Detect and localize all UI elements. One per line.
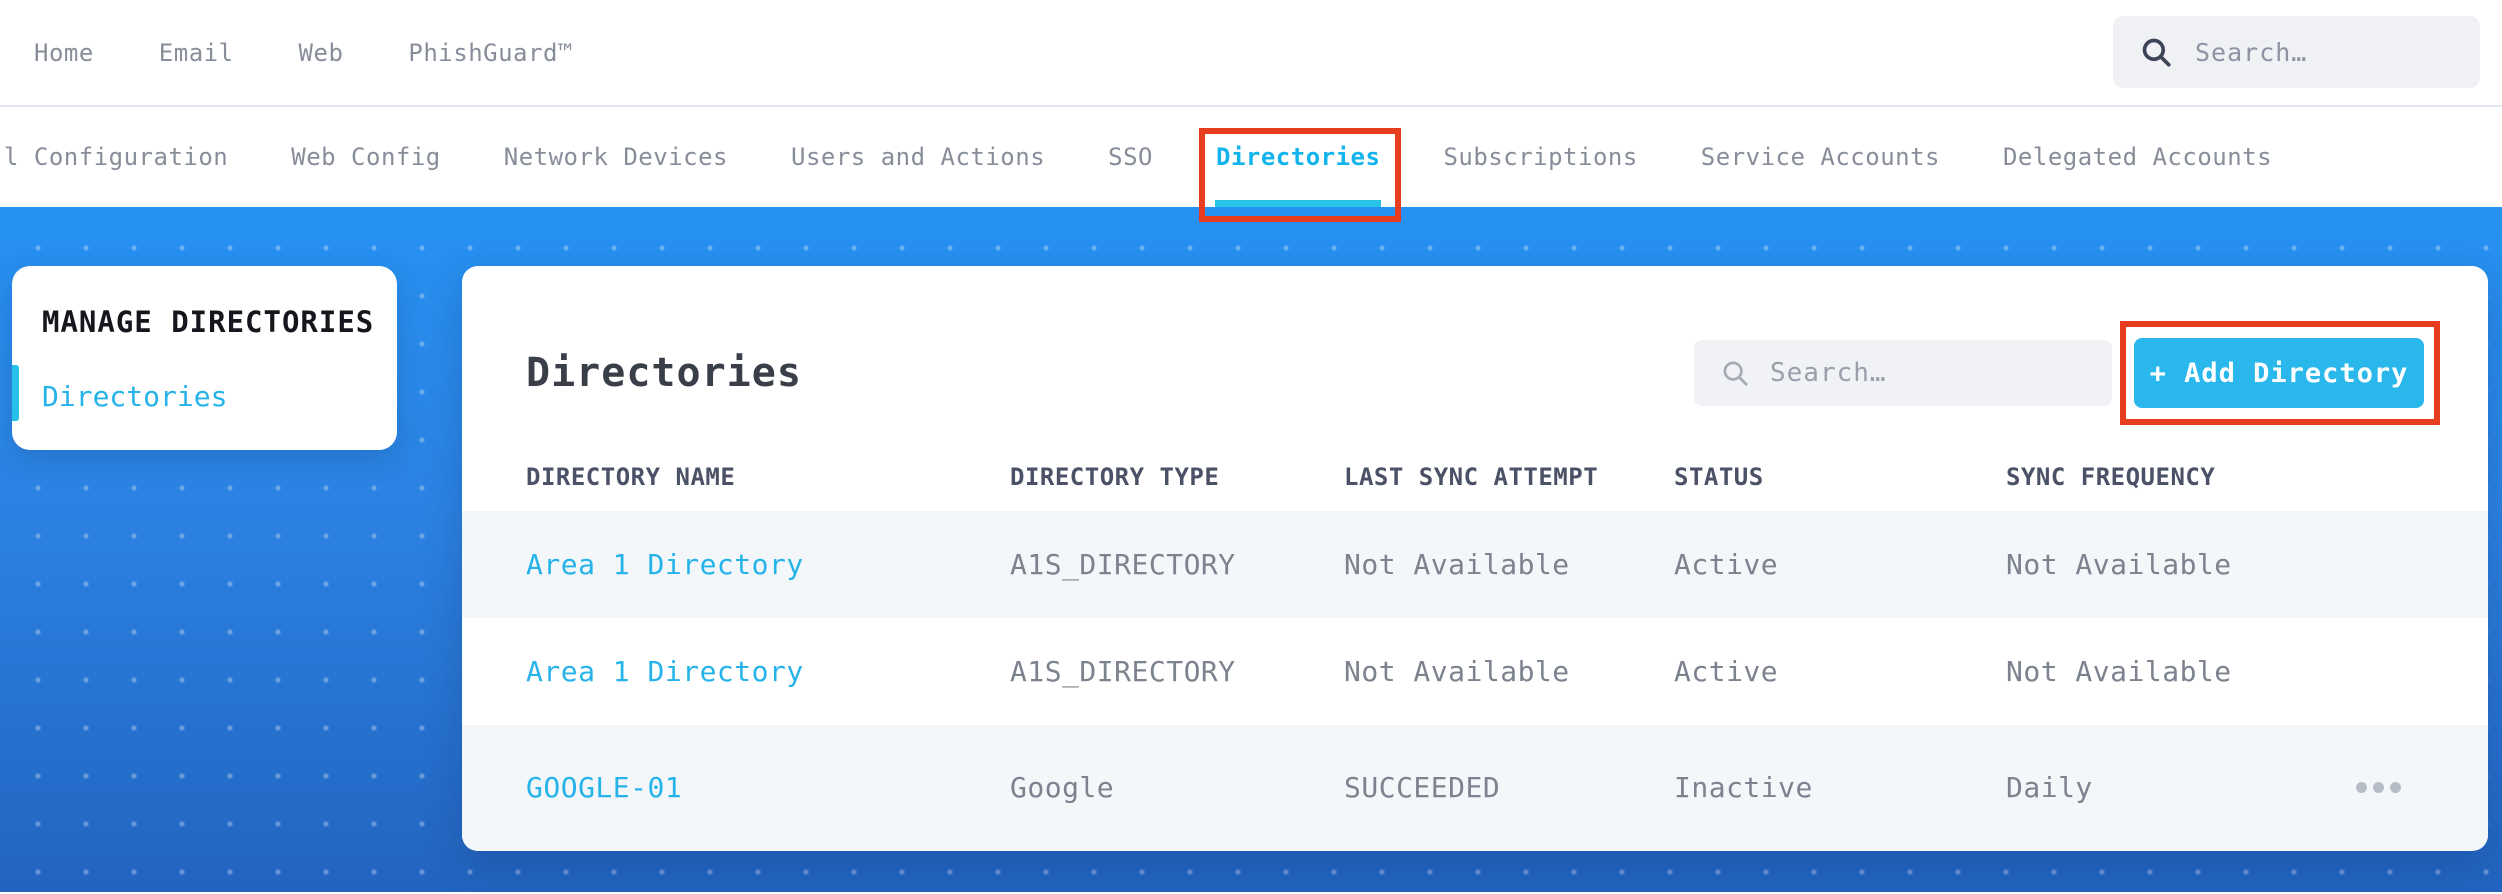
active-item-indicator [12,365,19,421]
table-header-row: DIRECTORY NAME DIRECTORY TYPE LAST SYNC … [462,443,2488,511]
col-sync-frequency: SYNC FREQUENCY [2006,463,2216,491]
sync-frequency-cell: Not Available [2006,655,2232,688]
panel-header: Directories + Add Directory [526,321,2440,425]
tab-users-and-actions[interactable]: Users and Actions [791,143,1045,171]
directory-type-cell: Google [1010,771,1115,804]
search-icon [1723,361,1748,386]
page-background: MANAGE DIRECTORIES Directories Directori… [0,207,2502,892]
tab-web-config[interactable]: Web Config [291,143,441,171]
nav-item-web[interactable]: Web [299,39,344,67]
nav-item-email[interactable]: Email [159,39,234,67]
tab-delegated-accounts[interactable]: Delegated Accounts [2003,143,2272,171]
tab-sso[interactable]: SSO [1108,143,1153,171]
directories-search-input[interactable] [1768,357,2068,389]
directories-panel: Directories + Add Directory DIRECTORY NA… [462,266,2488,851]
status-cell: Active [1674,548,1779,581]
tab-directories[interactable]: Directories [1199,128,1402,222]
table-row: GOOGLE-01 Google SUCCEEDED Inactive Dail… [462,725,2488,850]
status-cell: Inactive [1674,771,1813,804]
table-row: Area 1 Directory A1S_DIRECTORY Not Avail… [462,511,2488,618]
add-directory-wrap: + Add Directory [2120,321,2440,425]
last-sync-cell: Not Available [1344,548,1570,581]
col-directory-name: DIRECTORY NAME [526,463,736,491]
global-search-input[interactable] [2193,36,2443,68]
secondary-nav: l Configuration Web Config Network Devic… [0,107,2502,222]
nav-item-phishguard[interactable]: PhishGuard™ [408,39,572,67]
directories-table: DIRECTORY NAME DIRECTORY TYPE LAST SYNC … [462,443,2488,850]
nav-item-home[interactable]: Home [34,39,94,67]
directory-name-link[interactable]: GOOGLE-01 [526,771,1010,804]
directory-type-cell: A1S_DIRECTORY [1010,548,1236,581]
directory-type-cell: A1S_DIRECTORY [1010,655,1236,688]
col-last-sync-attempt: LAST SYNC ATTEMPT [1344,463,1599,491]
tab-network-devices[interactable]: Network Devices [504,143,728,171]
page-title: Directories [526,350,802,396]
col-directory-type: DIRECTORY TYPE [1010,463,1220,491]
add-directory-button[interactable]: + Add Directory [2134,338,2424,408]
sidebar-item-directories[interactable]: Directories [12,365,397,421]
status-cell: Active [1674,655,1779,688]
global-search[interactable] [2113,16,2480,88]
search-icon [2142,38,2171,67]
tab-service-accounts[interactable]: Service Accounts [1701,143,1940,171]
tab-subscriptions[interactable]: Subscriptions [1443,143,1637,171]
directory-name-link[interactable]: Area 1 Directory [526,655,1010,688]
directories-search[interactable] [1694,340,2112,406]
table-row: Area 1 Directory A1S_DIRECTORY Not Avail… [462,618,2488,725]
directory-name-link[interactable]: Area 1 Directory [526,548,1010,581]
manage-directories-card: MANAGE DIRECTORIES Directories [12,266,397,450]
card-title: MANAGE DIRECTORIES [42,305,375,339]
primary-nav: Home Email Web PhishGuard™ [0,0,2502,107]
last-sync-cell: Not Available [1344,655,1570,688]
row-actions-menu-icon[interactable] [2356,782,2429,793]
col-status: STATUS [1674,463,1764,491]
sync-frequency-cell: Daily [2006,771,2093,804]
tab-email-configuration[interactable]: l Configuration [4,143,228,171]
sync-frequency-cell: Not Available [2006,548,2232,581]
last-sync-cell: SUCCEEDED [1344,771,1501,804]
